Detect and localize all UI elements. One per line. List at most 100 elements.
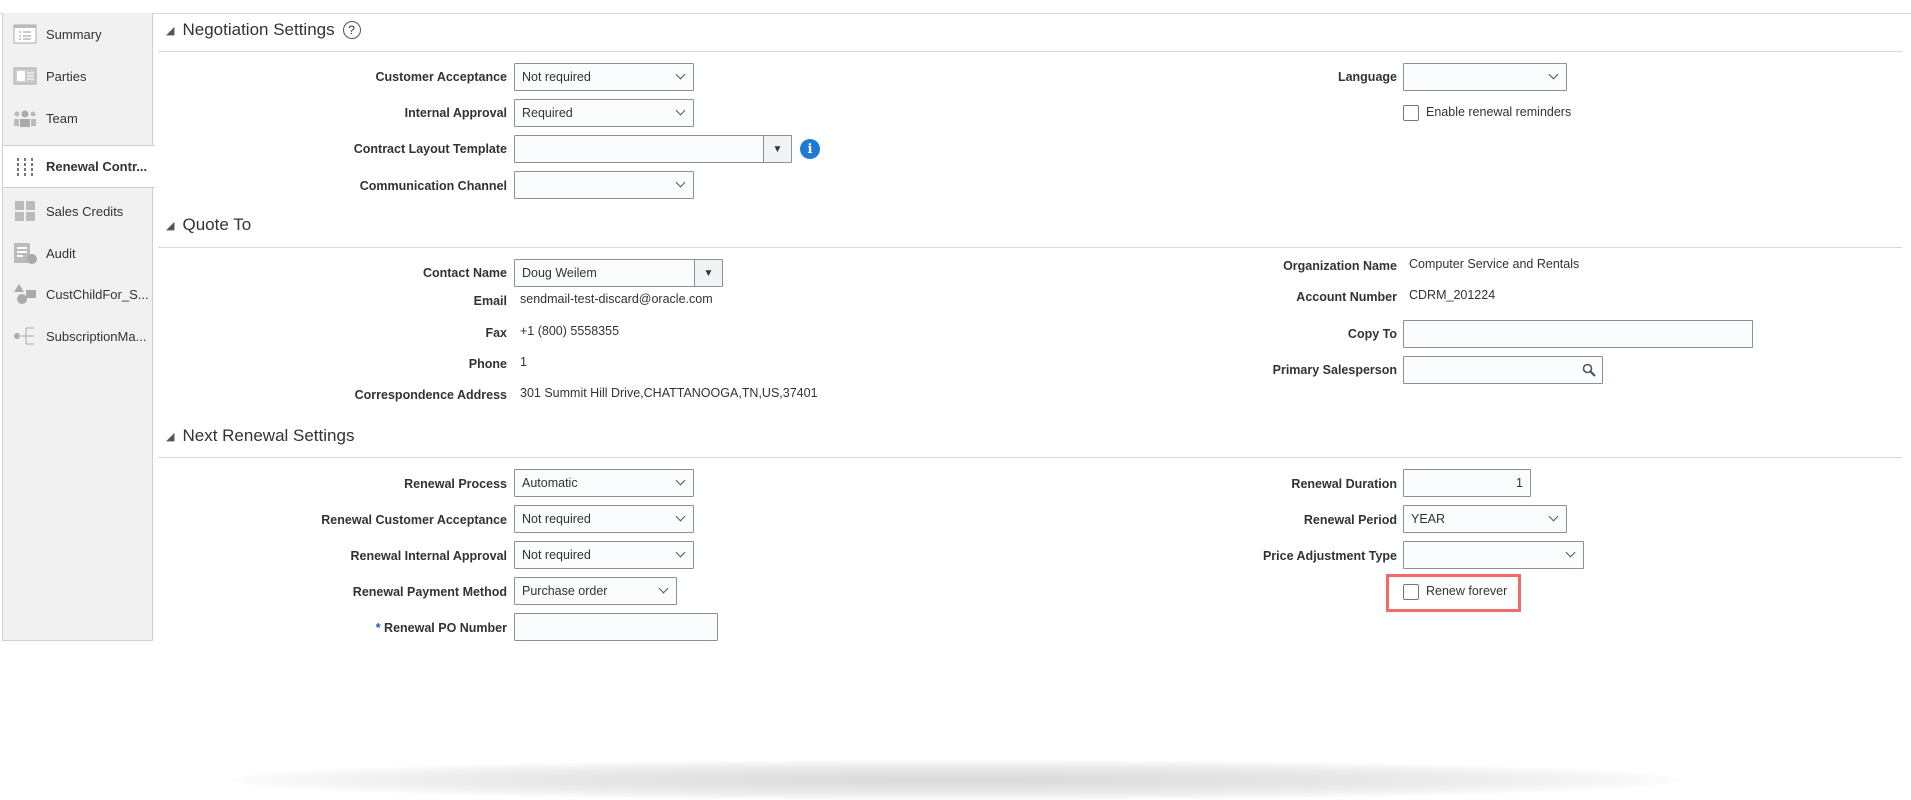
renewal-period-label: Renewal Period (1303, 513, 1397, 527)
fax-label: Fax (485, 326, 507, 340)
copy-to-input[interactable] (1403, 320, 1753, 348)
renewal-customer-acceptance-label: Renewal Customer Acceptance (321, 513, 507, 527)
primary-salesperson-input[interactable] (1403, 356, 1603, 384)
info-icon[interactable]: i (800, 139, 820, 159)
sidebar-item-custchild[interactable]: CustChildFor_S... (3, 275, 153, 313)
sidebar-item-label: Parties (46, 68, 87, 84)
hierarchy-icon (12, 325, 38, 347)
section-next-renewal-settings[interactable]: ◢ Next Renewal Settings (166, 426, 354, 446)
sidebar-item-label: Team (46, 110, 78, 126)
required-indicator: * (375, 621, 381, 635)
chevron-down-icon (675, 177, 686, 188)
communication-channel-select[interactable] (514, 171, 694, 199)
select-value: Not required (522, 548, 591, 562)
sidebar-item-team[interactable]: Team (3, 99, 153, 137)
internal-approval-select[interactable]: Required (514, 99, 694, 127)
select-value: Required (522, 106, 573, 120)
section-divider (158, 51, 1902, 52)
collapse-icon[interactable]: ◢ (166, 24, 174, 37)
renewal-internal-approval-label: Renewal Internal Approval (350, 549, 507, 563)
language-select[interactable] (1403, 63, 1567, 91)
correspondence-address-value: 301 Summit Hill Drive,CHATTANOOGA,TN,US,… (520, 386, 818, 400)
contract-layout-combobox[interactable]: ▼ (514, 135, 792, 163)
chevron-down-icon (1548, 69, 1559, 80)
renewal-process-select[interactable]: Automatic (514, 469, 694, 497)
renewal-period-select[interactable]: YEAR (1403, 505, 1567, 533)
top-divider (0, 13, 1911, 14)
section-title: Quote To (182, 215, 252, 234)
help-icon[interactable]: ? (342, 21, 361, 39)
select-value: Automatic (522, 476, 578, 490)
section-divider (158, 247, 1902, 248)
contact-name-combobox[interactable]: Doug Weilem ▼ (514, 259, 723, 287)
sidebar: Summary Parties Team Renewal Contr... Sa… (2, 13, 155, 641)
sidebar-item-subscription[interactable]: SubscriptionMa... (3, 317, 153, 355)
section-quote-to[interactable]: ◢ Quote To (166, 215, 251, 235)
organization-name-label: Organization Name (1283, 259, 1397, 273)
contract-layout-label: Contract Layout Template (353, 142, 507, 156)
select-value: Not required (522, 512, 591, 526)
contact-name-label: Contact Name (422, 266, 507, 280)
label-text: Renewal PO Number (384, 621, 507, 635)
sidebar-item-summary[interactable]: Summary (3, 15, 153, 53)
price-adjustment-type-label: Price Adjustment Type (1262, 549, 1397, 563)
chevron-down-icon (1548, 511, 1559, 522)
price-adjustment-type-select[interactable] (1403, 541, 1584, 569)
fax-value: +1 (800) 5558355 (520, 324, 620, 338)
shapes-icon (12, 283, 38, 305)
section-title: Next Renewal Settings (182, 426, 355, 445)
renewal-internal-approval-select[interactable]: Not required (514, 541, 694, 569)
phone-value: 1 (520, 355, 527, 369)
renewal-process-label: Renewal Process (404, 477, 507, 491)
sidebar-item-label: SubscriptionMa... (46, 328, 147, 344)
customer-acceptance-label: Customer Acceptance (375, 70, 507, 84)
section-negotiation-settings[interactable]: ◢ Negotiation Settings ? (166, 20, 361, 40)
sidebar-item-sales-credits[interactable]: Sales Credits (3, 192, 153, 230)
dropdown-button[interactable]: ▼ (694, 260, 722, 286)
search-icon[interactable] (1582, 363, 1596, 377)
renewal-po-number-input[interactable] (514, 613, 718, 641)
renewal-payment-method-select[interactable]: Purchase order (514, 577, 677, 605)
email-value: sendmail-test-discard@oracle.com (520, 292, 713, 306)
chevron-down-icon (675, 69, 686, 80)
sidebar-item-label: Renewal Contr... (46, 159, 148, 174)
sales-credits-icon (12, 200, 38, 222)
sidebar-item-label: Sales Credits (46, 203, 124, 219)
chevron-down-icon (675, 105, 686, 116)
sidebar-item-renewal-controls[interactable]: Renewal Contr... (3, 145, 155, 188)
email-label: Email (473, 294, 507, 308)
dropdown-button[interactable]: ▼ (763, 136, 791, 162)
sidebar-item-parties[interactable]: Parties (3, 57, 153, 95)
section-title: Negotiation Settings (182, 20, 335, 39)
sliders-icon (12, 156, 38, 178)
collapse-icon[interactable]: ◢ (166, 430, 174, 443)
parties-icon (12, 65, 38, 87)
select-value: Not required (522, 70, 591, 84)
bottom-shadow (230, 760, 1680, 800)
phone-label: Phone (468, 357, 507, 371)
chevron-down-icon (675, 547, 686, 558)
internal-approval-label: Internal Approval (404, 106, 507, 120)
renew-forever-checkbox[interactable] (1403, 584, 1419, 600)
select-value: Purchase order (522, 584, 608, 598)
account-number-label: Account Number (1296, 290, 1397, 304)
audit-icon (12, 242, 38, 264)
sidebar-item-audit[interactable]: Audit (3, 234, 153, 272)
customer-acceptance-select[interactable]: Not required (514, 63, 694, 91)
chevron-down-icon (658, 583, 669, 594)
chevron-down-icon (675, 475, 686, 486)
chevron-down-icon (675, 511, 686, 522)
renewal-customer-acceptance-select[interactable]: Not required (514, 505, 694, 533)
renewal-payment-method-label: Renewal Payment Method (352, 585, 507, 599)
renewal-duration-input[interactable]: 1 (1403, 469, 1531, 497)
summary-icon (12, 23, 38, 45)
chevron-down-icon (1565, 547, 1576, 558)
combobox-value: Doug Weilem (522, 266, 597, 280)
enable-renewal-reminders-label: Enable renewal reminders (1426, 105, 1572, 119)
collapse-icon[interactable]: ◢ (166, 219, 174, 232)
enable-renewal-reminders-checkbox[interactable] (1403, 105, 1419, 121)
sidebar-item-label: CustChildFor_S... (46, 286, 149, 302)
organization-name-value: Computer Service and Rentals (1409, 257, 1580, 271)
team-icon (12, 107, 38, 129)
renewal-duration-label: Renewal Duration (1291, 477, 1397, 491)
